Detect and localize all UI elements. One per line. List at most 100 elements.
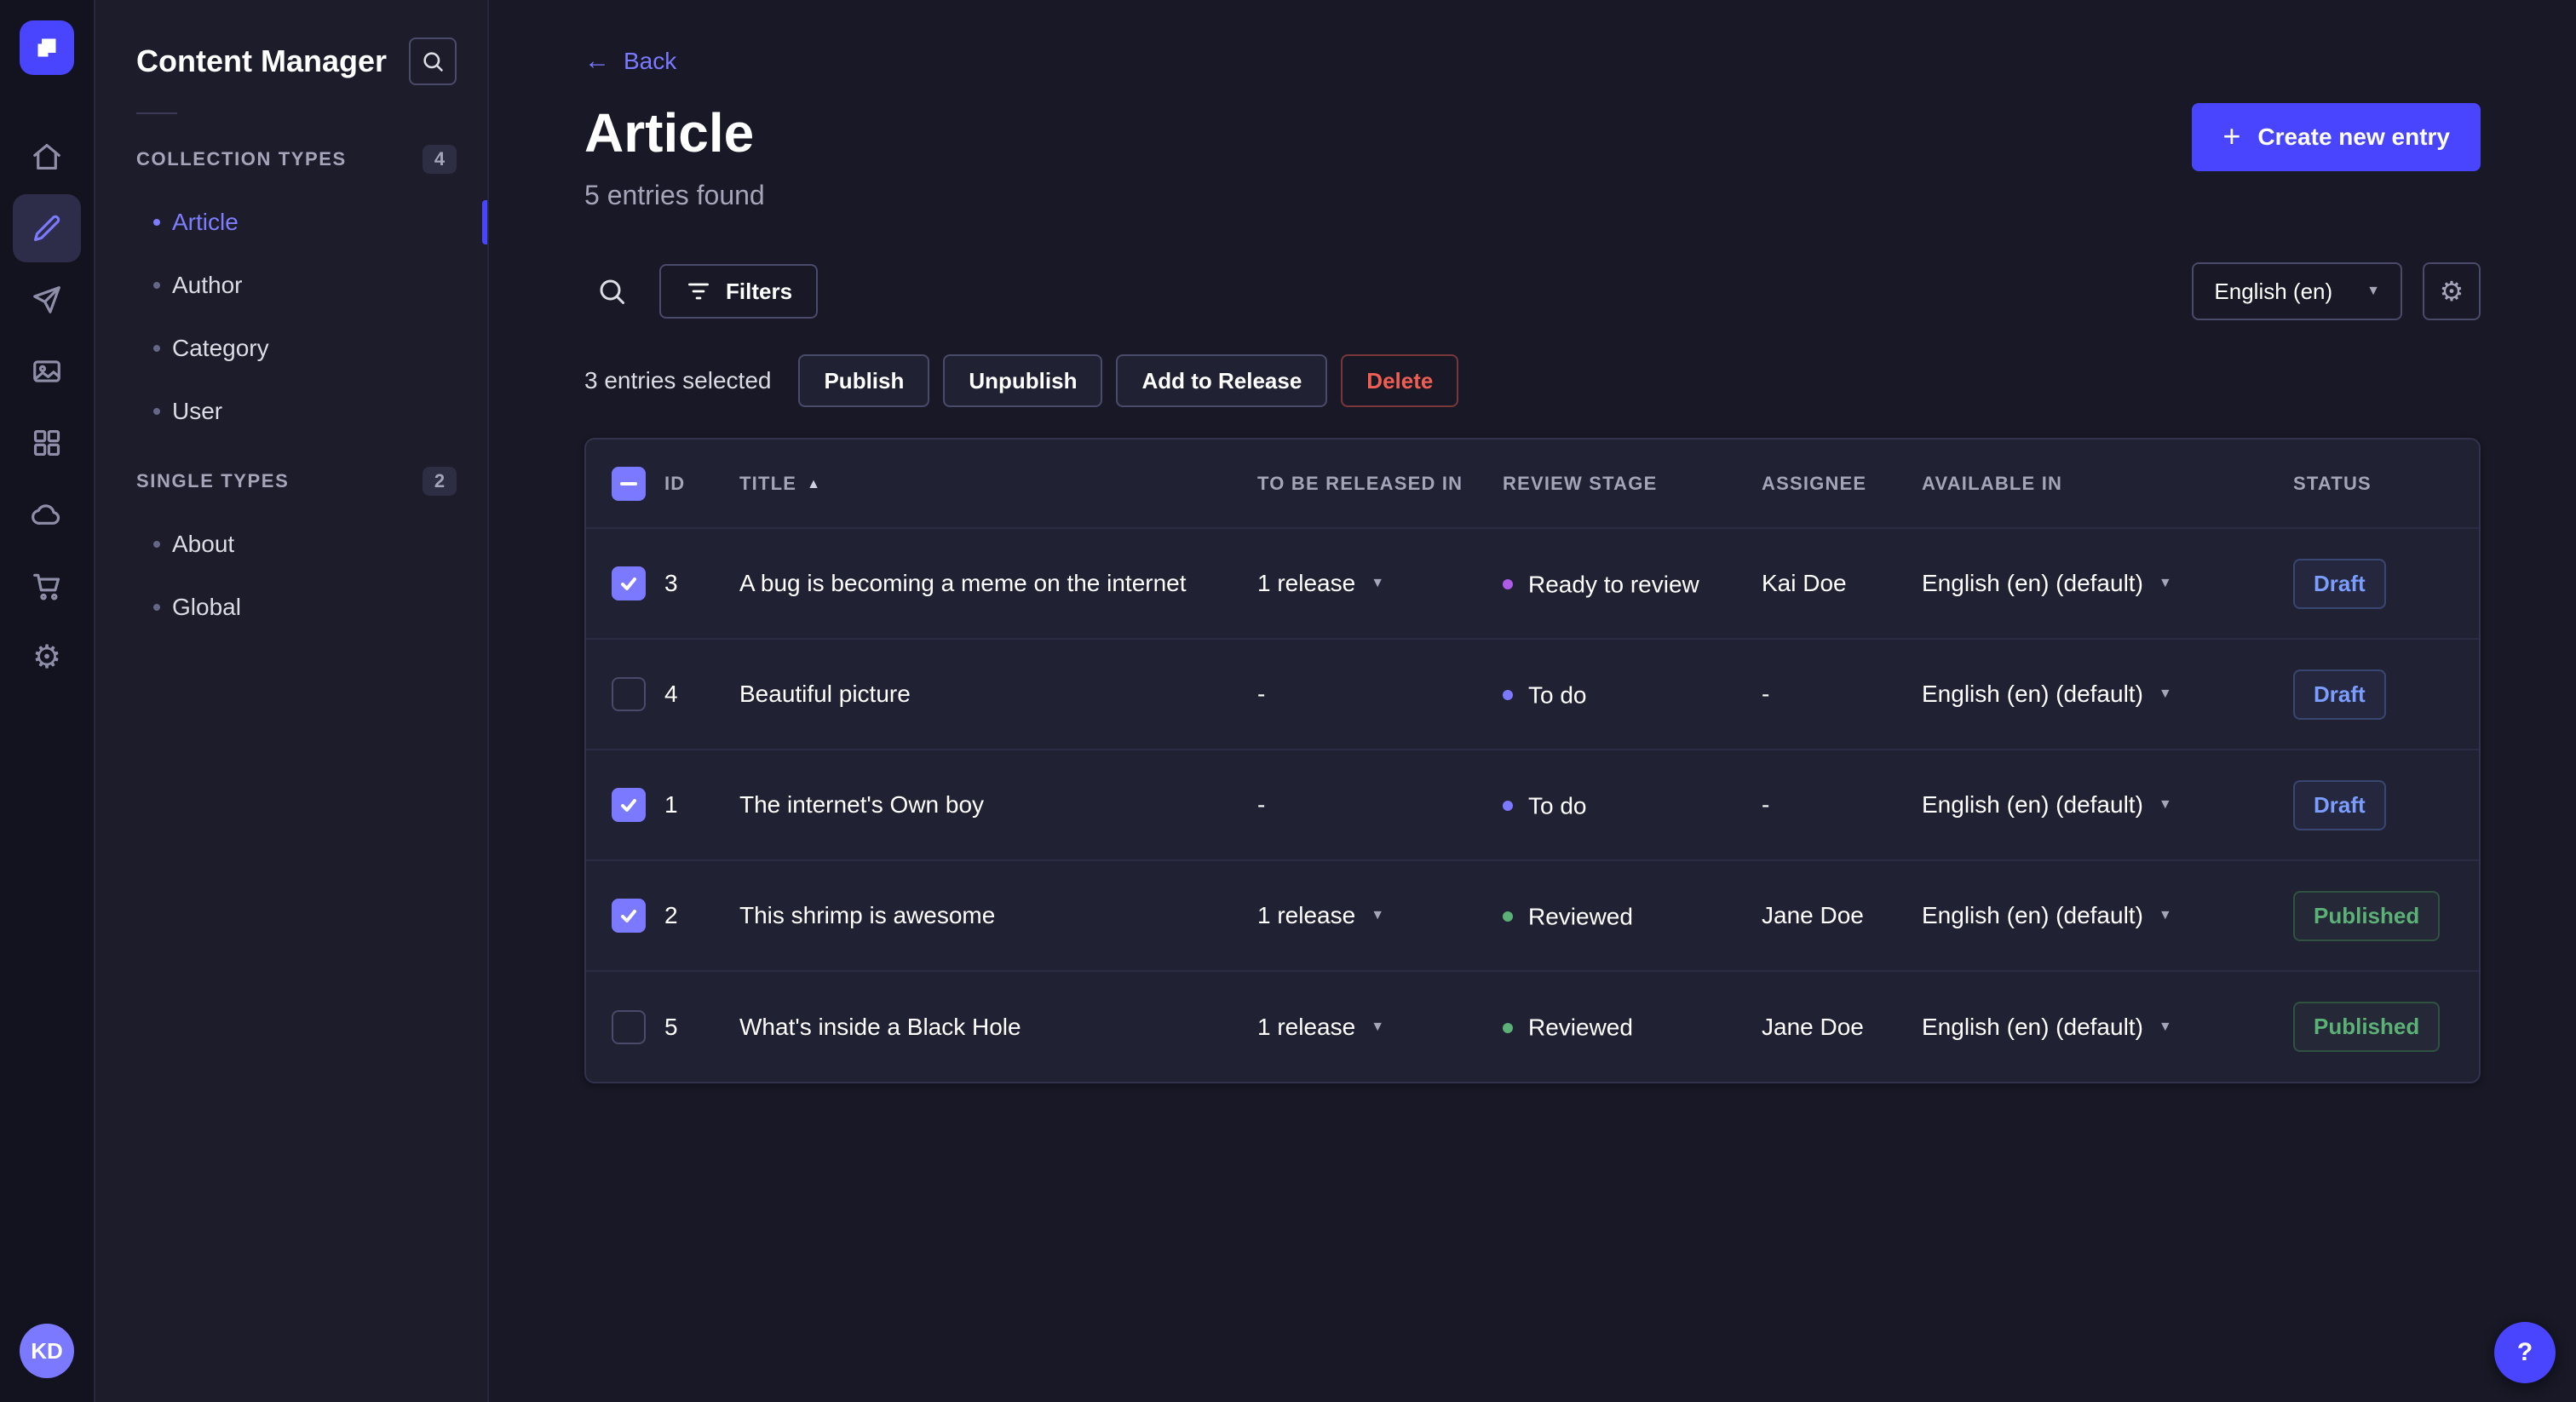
release-dropdown[interactable]: 1 release ▼ (1257, 570, 1384, 597)
back-link[interactable]: ← Back (584, 48, 676, 75)
chevron-down-icon: ▼ (2158, 797, 2172, 813)
publish-button[interactable]: Publish (798, 354, 930, 408)
row-checkbox[interactable] (612, 677, 646, 712)
nav-content-type-builder[interactable] (13, 409, 81, 477)
column-header-id[interactable]: ID (664, 440, 739, 528)
row-checkbox[interactable] (612, 788, 646, 823)
filters-label: Filters (726, 278, 793, 304)
page-title: Article (584, 102, 755, 164)
assignee: Kai Doe (1762, 527, 1922, 640)
review-stage: Ready to review (1528, 571, 1699, 598)
review-stage: Reviewed (1528, 903, 1633, 930)
sidebar-section-header[interactable]: SINGLE TYPES 2 (95, 453, 487, 509)
nav-media-library[interactable] (13, 337, 81, 405)
view-settings-button[interactable]: ⚙︎ (2423, 262, 2481, 321)
row-locale-dropdown[interactable]: English (en) (default) ▼ (1922, 902, 2172, 929)
section-count-badge: 2 (423, 467, 457, 496)
row-locale-dropdown[interactable]: English (en) (default) ▼ (1922, 570, 2172, 597)
row-id: 5 (664, 970, 739, 1083)
create-new-entry-button[interactable]: + Create new entry (2192, 103, 2481, 171)
content-manager-sidebar: Content Manager COLLECTION TYPES 4 Artic… (95, 0, 489, 1402)
app-root: ⚙︎ KD Content Manager COLLECTION TYPES 4… (0, 0, 2576, 1402)
chevron-down-icon: ▼ (2158, 576, 2172, 591)
chevron-down-icon: ▼ (2158, 908, 2172, 923)
sidebar-search-button[interactable] (409, 37, 457, 85)
nav-content-manager[interactable] (13, 194, 81, 262)
bullet-icon (153, 345, 160, 352)
sidebar-section-header[interactable]: COLLECTION TYPES 4 (95, 131, 487, 187)
back-arrow-icon: ← (584, 47, 610, 75)
stage-dot-icon (1503, 579, 1513, 590)
section-count-badge: 4 (423, 145, 457, 174)
search-button[interactable] (584, 264, 639, 319)
assignee: - (1762, 638, 1922, 750)
selection-count: 3 entries selected (584, 367, 772, 394)
nav-home[interactable] (13, 123, 81, 191)
back-label: Back (624, 48, 677, 74)
help-button[interactable]: ? (2494, 1322, 2556, 1383)
row-locale-dropdown[interactable]: English (en) (default) ▼ (1922, 791, 2172, 819)
assignee: - (1762, 749, 1922, 861)
table-row[interactable]: 4 Beautiful picture -▼ To do - English (… (586, 638, 2479, 750)
row-locale-dropdown[interactable]: English (en) (default) ▼ (1922, 681, 2172, 708)
delete-button[interactable]: Delete (1341, 354, 1459, 408)
selection-bar: 3 entries selected Publish Unpublish Add… (584, 354, 2481, 408)
indeterminate-dash-icon (620, 481, 637, 486)
chevron-down-icon: ▼ (1371, 1019, 1385, 1034)
user-avatar[interactable]: KD (20, 1324, 74, 1378)
nav-settings[interactable]: ⚙︎ (13, 623, 81, 692)
row-checkbox[interactable] (612, 1009, 646, 1044)
release-dropdown[interactable]: 1 release ▼ (1257, 1014, 1384, 1041)
plus-icon: + (2222, 118, 2241, 153)
entries-count: 5 entries found (584, 180, 765, 211)
row-title: What's inside a Black Hole (739, 1013, 1021, 1040)
nav-deploy[interactable] (13, 480, 81, 549)
sort-ascending-icon: ▲ (807, 476, 822, 491)
search-icon (600, 279, 624, 305)
table-row[interactable]: 3 A bug is becoming a meme on the intern… (586, 527, 2479, 640)
review-stage: To do (1528, 792, 1587, 819)
sidebar-item-global[interactable]: Global (95, 576, 487, 639)
column-header-available: AVAILABLE IN (1922, 472, 2063, 494)
bullet-icon (153, 408, 160, 415)
row-id: 2 (664, 859, 739, 972)
sidebar-item-author[interactable]: Author (95, 254, 487, 317)
row-title: A bug is becoming a meme on the internet (739, 570, 1187, 597)
row-id: 4 (664, 638, 739, 750)
release-dropdown[interactable]: 1 release ▼ (1257, 902, 1384, 929)
select-all-checkbox[interactable] (612, 466, 646, 501)
gear-icon: ⚙︎ (2439, 276, 2464, 307)
review-stage: To do (1528, 681, 1587, 709)
chevron-down-icon: ▼ (2158, 687, 2172, 702)
sidebar-sections: COLLECTION TYPES 4 Article Author Catego… (95, 131, 487, 639)
nav-marketplace[interactable] (13, 552, 81, 620)
sidebar-item-article[interactable]: Article (95, 191, 487, 254)
row-checkbox[interactable] (612, 899, 646, 934)
status-badge: Draft (2293, 558, 2386, 609)
table-row[interactable]: 2 This shrimp is awesome 1 release ▼ Revi… (586, 859, 2479, 972)
row-title: The internet's Own boy (739, 791, 985, 819)
column-header-title[interactable]: TITLE ▲ (739, 440, 1257, 528)
row-locale-dropdown[interactable]: English (en) (default) ▼ (1922, 1014, 2172, 1041)
filters-button[interactable]: Filters (659, 264, 819, 319)
sidebar-item-user[interactable]: User (95, 380, 487, 443)
table-row[interactable]: 5 What's inside a Black Hole 1 release ▼ … (586, 970, 2479, 1083)
sidebar-item-about[interactable]: About (95, 513, 487, 576)
add-to-release-button[interactable]: Add to Release (1116, 354, 1328, 408)
nav-releases[interactable] (13, 266, 81, 334)
status-badge: Published (2293, 890, 2441, 941)
review-stage: Reviewed (1528, 1014, 1633, 1041)
table-row[interactable]: 1 The internet's Own boy -▼ To do - Engl… (586, 749, 2479, 861)
strapi-logo[interactable] (20, 20, 74, 75)
row-checkbox[interactable] (612, 566, 646, 601)
sidebar-item-category[interactable]: Category (95, 317, 487, 380)
stage-dot-icon (1503, 911, 1513, 922)
locale-value: English (en) (2214, 278, 2333, 304)
column-header-release: TO BE RELEASED IN (1257, 472, 1463, 494)
unpublish-button[interactable]: Unpublish (943, 354, 1103, 408)
entries-table: ID TITLE ▲ TO BE RELEASED IN REVIEW STAGE… (584, 438, 2481, 1084)
bullet-icon (153, 541, 160, 548)
image-icon (33, 360, 60, 382)
locale-select[interactable]: English (en) ▼ (2192, 262, 2402, 321)
chevron-down-icon: ▼ (2366, 284, 2380, 299)
